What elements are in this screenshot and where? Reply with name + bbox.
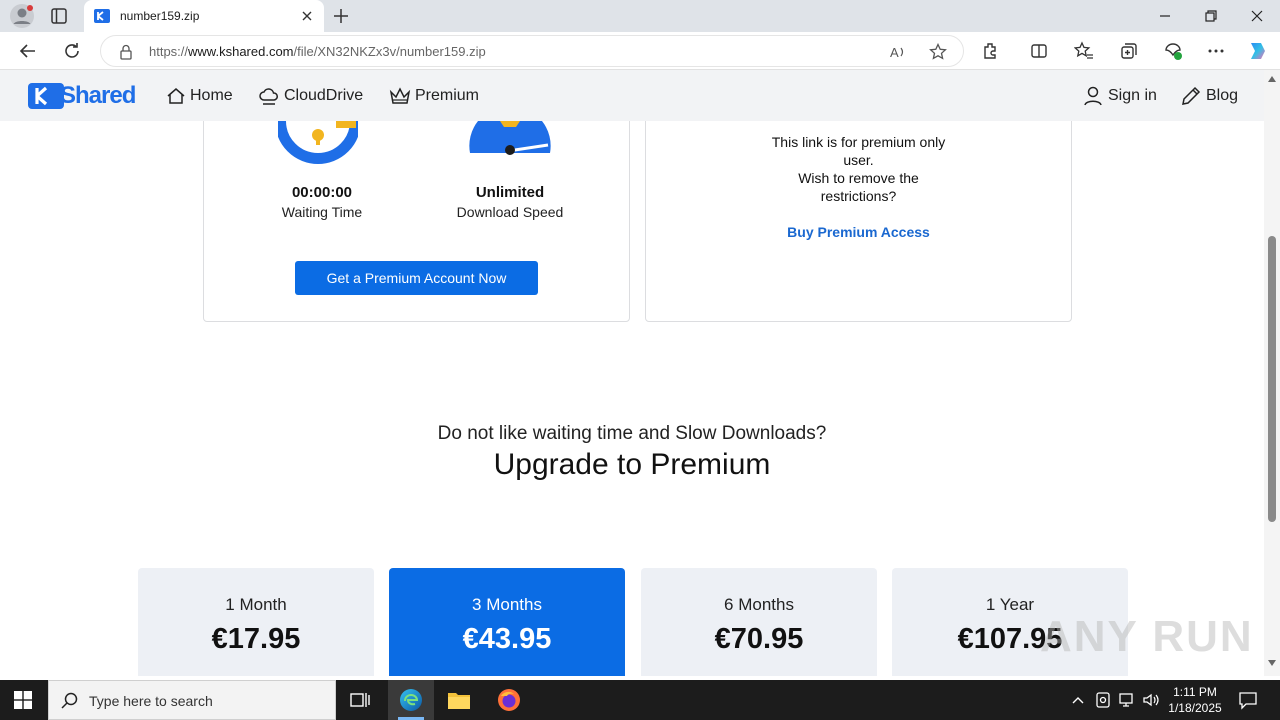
svg-text:A: A [890, 45, 899, 60]
favorites-icon[interactable] [1074, 41, 1094, 61]
browser-tab-bar: number159.zip [0, 0, 1280, 32]
nav-blog[interactable]: Blog [1180, 86, 1238, 106]
device-icon[interactable] [1095, 691, 1111, 709]
new-tab-icon[interactable] [332, 7, 350, 25]
lock-icon[interactable] [119, 44, 133, 60]
search-placeholder: Type here to search [89, 693, 213, 709]
logo-text: Shared [60, 82, 136, 109]
nav-clouddrive-label: CloudDrive [284, 87, 364, 104]
scrollbar-thumb[interactable] [1268, 236, 1276, 522]
browser-toolbar: https://www.kshared.com/file/XN32NKZx3v/… [0, 32, 1280, 70]
plan-price: €17.95 [211, 623, 301, 655]
split-screen-icon[interactable] [1029, 41, 1049, 61]
notice-line-4: restrictions? [820, 188, 897, 204]
download-speed-value: Unlimited [475, 184, 545, 201]
notice-line-1: This link is for premium only [771, 134, 946, 150]
clock-date: 1/18/2025 [1168, 701, 1222, 715]
copilot-icon[interactable] [1246, 39, 1270, 63]
back-icon[interactable] [18, 41, 38, 61]
nav-signin-label: Sign in [1108, 87, 1157, 104]
cloud-icon [259, 88, 278, 105]
restore-icon[interactable] [1203, 8, 1219, 24]
taskbar-firefox[interactable] [486, 680, 532, 720]
upsell-question: Do not like waiting time and Slow Downlo… [437, 423, 827, 444]
nav-home[interactable]: Home [166, 86, 233, 106]
chevron-up-icon[interactable] [1071, 693, 1085, 707]
browser-essentials-icon[interactable] [1163, 41, 1183, 61]
upsell-heading: Upgrade to Premium [493, 448, 771, 481]
task-view-button[interactable] [337, 680, 383, 720]
folder-icon [448, 693, 470, 709]
timer-lock-icon [278, 121, 358, 164]
collections-icon[interactable] [1119, 41, 1139, 61]
volume-icon[interactable] [1142, 691, 1160, 709]
nav-home-label: Home [190, 87, 233, 104]
profile-icon[interactable] [10, 4, 34, 28]
premium-notice-text: This link is for premium only user. Wish… [645, 133, 1072, 205]
task-view-icon [350, 693, 370, 707]
page-scrollbar[interactable] [1264, 70, 1280, 676]
tab-actions-icon[interactable] [50, 7, 68, 25]
url-text: https://www.kshared.com/file/XN32NKZx3v/… [149, 44, 486, 59]
anyrun-watermark: ANY RUN [1040, 612, 1254, 661]
waiting-time-label: Waiting Time [281, 204, 363, 220]
nav-premium-label: Premium [415, 87, 480, 104]
tab-active[interactable]: number159.zip [84, 0, 324, 32]
plan-name: 6 Months [724, 595, 794, 614]
notice-line-2: user. [843, 152, 874, 168]
taskbar-search-box[interactable]: Type here to search [48, 680, 336, 720]
notice-line-3: Wish to remove the [798, 170, 919, 186]
speedometer-icon [469, 121, 551, 155]
favorite-star-icon[interactable] [929, 43, 947, 61]
tab-title: number159.zip [120, 9, 200, 23]
get-premium-button[interactable]: Get a Premium Account Now [295, 261, 538, 295]
clock-time: 1:11 PM [1173, 685, 1217, 699]
refresh-icon[interactable] [62, 41, 82, 61]
plan-price: €70.95 [714, 623, 804, 655]
user-icon [1084, 86, 1102, 106]
more-options-icon[interactable] [1206, 41, 1226, 61]
nav-premium[interactable]: Premium [389, 86, 479, 106]
kshared-logo[interactable]: Shared [28, 82, 136, 110]
home-icon [167, 88, 185, 104]
plan-name: 1 Month [225, 595, 287, 614]
minimize-icon[interactable] [1157, 8, 1173, 24]
windows-start-icon[interactable] [14, 691, 32, 709]
close-tab-icon[interactable] [300, 9, 314, 23]
notifications-icon[interactable] [1238, 690, 1258, 710]
scroll-up-icon[interactable] [1268, 76, 1276, 82]
crown-icon [389, 87, 411, 104]
taskbar-edge[interactable] [388, 680, 434, 720]
close-window-icon[interactable] [1249, 8, 1265, 24]
site-header: Shared Home CloudDrive Premium Sign in B… [0, 70, 1264, 121]
taskbar-clock[interactable]: 1:11 PM 1/18/2025 [1166, 684, 1224, 716]
download-speed-label: Download Speed [456, 204, 564, 220]
buy-premium-link[interactable]: Buy Premium Access [645, 224, 1072, 240]
logo-mark-icon [28, 83, 64, 109]
plan-card-1-month[interactable]: 1 Month €17.95 [138, 568, 374, 676]
address-bar[interactable]: https://www.kshared.com/file/XN32NKZx3v/… [100, 35, 964, 67]
nav-blog-label: Blog [1206, 87, 1239, 104]
taskbar-file-explorer[interactable] [436, 680, 482, 720]
plan-card-6-months[interactable]: 6 Months €70.95 [641, 568, 877, 676]
scroll-down-icon[interactable] [1268, 660, 1276, 666]
edge-icon [400, 689, 422, 711]
plan-card-3-months[interactable]: 3 Months €43.95 [389, 568, 625, 676]
firefox-icon [498, 689, 520, 711]
kshared-favicon-icon [94, 9, 110, 23]
nav-clouddrive[interactable]: CloudDrive [258, 86, 363, 106]
extensions-icon[interactable] [981, 41, 1001, 61]
search-icon [61, 692, 78, 709]
network-icon[interactable] [1118, 691, 1136, 709]
windows-taskbar: Type here to search 1:11 PM 1/18/2025 [0, 680, 1280, 720]
plan-price: €43.95 [462, 623, 552, 655]
read-aloud-icon[interactable]: A [889, 43, 907, 61]
waiting-time-value: 00:00:00 [291, 184, 353, 201]
nav-signin[interactable]: Sign in [1082, 86, 1157, 106]
page-content: 00:00:00 Waiting Time Unlimited Download… [0, 121, 1264, 676]
pencil-icon [1182, 86, 1201, 105]
plan-name: 3 Months [472, 595, 542, 614]
